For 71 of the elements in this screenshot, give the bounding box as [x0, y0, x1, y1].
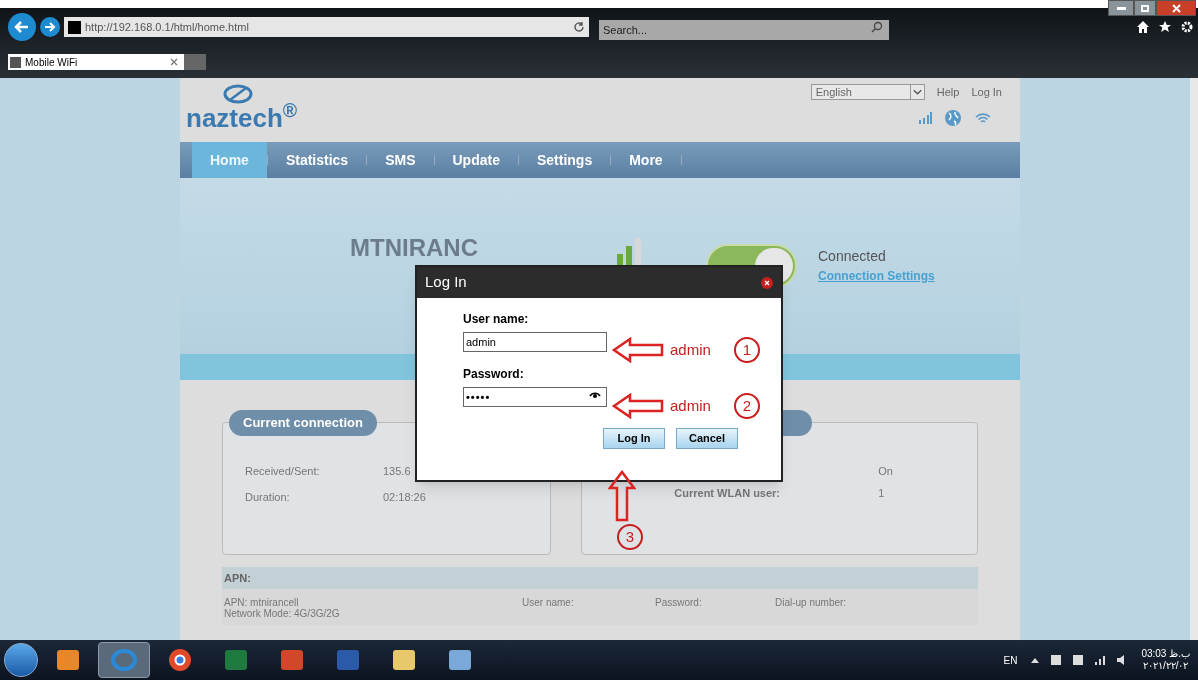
nav-tab[interactable]: Update	[434, 142, 518, 178]
scrollbar[interactable]	[1190, 78, 1198, 640]
header-link[interactable]: Log In	[971, 84, 1002, 101]
annotation-label: admin	[670, 339, 712, 360]
annotation-label: admin	[670, 395, 712, 416]
field-label: Duration:	[245, 489, 291, 505]
header-link[interactable]: Help	[936, 84, 960, 101]
field-value: 135.6	[383, 464, 411, 479]
field-value: 02:18:26	[383, 489, 426, 505]
back-button[interactable]	[8, 13, 36, 41]
clock-date[interactable]: ۲۰۲۱/۲۲/۰۲	[1142, 660, 1189, 672]
clock-time[interactable]: 03:03 ب.ظ	[1141, 648, 1190, 660]
arrow-left-icon	[14, 19, 30, 35]
arrow-icon	[612, 337, 664, 363]
start-button[interactable]	[4, 643, 38, 677]
logo-icon	[222, 84, 254, 104]
step-number: 2	[734, 393, 760, 419]
tab-favicon	[10, 56, 21, 68]
logo-text: naztech$^{®}$	[186, 104, 298, 132]
apn-field-label: User name:	[522, 597, 575, 610]
maximize-button[interactable]	[1134, 0, 1156, 16]
address-bar[interactable]: http://192.168.0.1/html/home.html	[64, 17, 589, 37]
field-label: Received/Sent:	[245, 464, 321, 479]
nav-tab[interactable]: Settings	[518, 142, 611, 178]
refresh-icon[interactable]	[573, 21, 585, 33]
arrow-right-icon	[44, 21, 56, 33]
username-field[interactable]: admin	[463, 332, 607, 352]
connection-status: Connected	[818, 247, 887, 266]
close-icon	[1171, 3, 1181, 13]
star-icon[interactable]	[1158, 20, 1172, 34]
home-icon[interactable]	[1136, 20, 1150, 34]
apn-line: Network Mode: 4G/3G/2G	[224, 608, 341, 619]
apn-header: APN:	[222, 567, 978, 589]
nav-tab[interactable]: Statistics	[267, 142, 367, 178]
field-label: Current WLAN user:	[674, 486, 782, 498]
language-indicator[interactable]: EN	[1003, 652, 1018, 668]
network-name: MTNIRANC	[350, 233, 479, 263]
nav-tab[interactable]: More	[611, 142, 681, 178]
minimize-button[interactable]	[1108, 0, 1134, 16]
field-label: Password:	[463, 367, 525, 381]
card-title: Current connection	[229, 410, 377, 436]
arrow-icon	[608, 470, 636, 522]
password-field[interactable]: •••••	[463, 387, 607, 407]
step-number: 3	[617, 524, 643, 550]
arrow-icon	[612, 393, 664, 419]
close-window-button[interactable]	[1156, 0, 1196, 16]
site-icon	[68, 20, 81, 34]
apn-line: APN: mtnirancell	[224, 597, 300, 608]
tab-title: Mobile WiFi	[25, 55, 79, 70]
field-value: On	[878, 464, 893, 476]
dialog-title: Log In	[425, 272, 467, 293]
step-number: 1	[734, 337, 760, 363]
caret-icon	[909, 85, 924, 100]
search-field[interactable]: Search...	[599, 20, 889, 40]
field-value: 1	[878, 486, 885, 498]
field-label: User name:	[463, 312, 530, 326]
login-button[interactable]: Log In	[603, 428, 665, 449]
url-text: http://192.168.0.1/html/home.html	[85, 19, 249, 35]
cancel-button[interactable]: Cancel	[676, 428, 738, 449]
forward-button[interactable]	[40, 17, 60, 37]
language-select[interactable]: English	[810, 84, 925, 101]
apn-field-label: Dial-up number:	[775, 597, 847, 610]
close-icon[interactable]	[761, 276, 773, 289]
globe-icon	[944, 108, 962, 127]
search-icon	[871, 21, 883, 33]
apn-field-label: Password:	[655, 597, 703, 610]
settings-icon[interactable]	[1180, 20, 1194, 34]
browser-tab[interactable]: Mobile WiFi	[8, 54, 184, 70]
nav-tab[interactable]: SMS	[367, 142, 434, 178]
eye-icon[interactable]	[589, 390, 601, 398]
signal-icon	[918, 111, 932, 124]
